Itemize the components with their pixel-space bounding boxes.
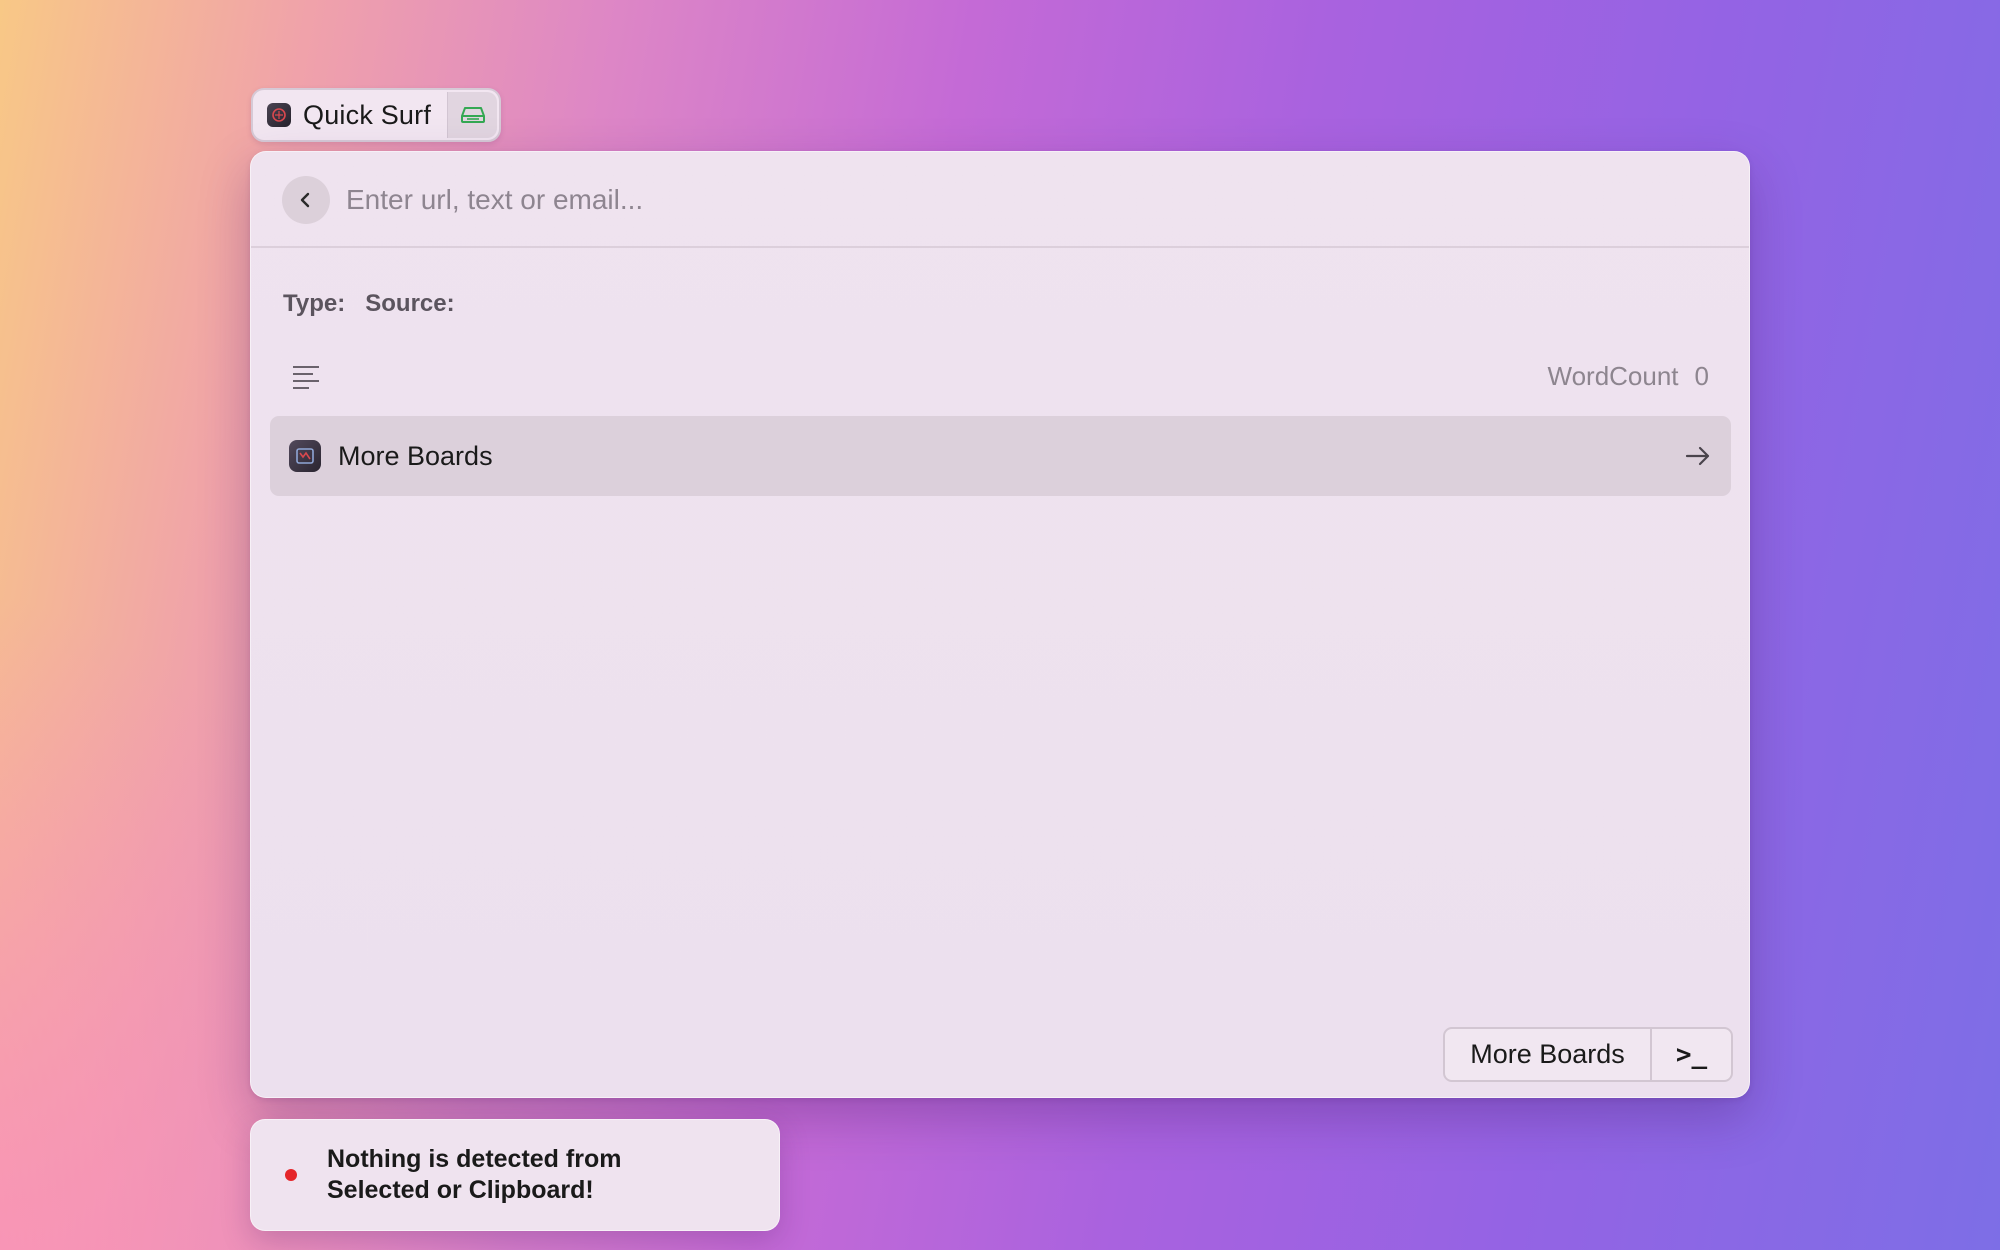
meta-row: Type: Source: bbox=[283, 290, 455, 318]
boards-app-icon bbox=[289, 440, 321, 472]
app-title: Quick Surf bbox=[303, 99, 432, 130]
drive-icon bbox=[460, 107, 485, 123]
status-dot-icon bbox=[285, 1169, 297, 1181]
chevron-left-icon bbox=[300, 192, 310, 208]
list-item-more-boards[interactable]: More Boards bbox=[270, 416, 1731, 496]
status-toast: Nothing is detected from Selected or Cli… bbox=[250, 1119, 780, 1231]
text-lines-icon bbox=[293, 366, 319, 389]
toast-message: Nothing is detected from Selected or Cli… bbox=[327, 1145, 622, 1204]
wordcount-label: WordCount bbox=[1547, 361, 1679, 391]
source-label: Source: bbox=[365, 290, 455, 317]
terminal-icon: >_ bbox=[1675, 1039, 1708, 1070]
quick-surf-app-icon bbox=[267, 103, 291, 127]
search-input[interactable] bbox=[346, 176, 1696, 224]
action-bar: More Boards >_ bbox=[1443, 1027, 1733, 1082]
main-window: Type: Source: WordCount 0 More Boards Mo… bbox=[250, 151, 1750, 1098]
list-item-label: More Boards bbox=[338, 440, 493, 471]
app-tab-pill[interactable]: Quick Surf bbox=[251, 88, 501, 142]
terminal-button[interactable]: >_ bbox=[1652, 1029, 1731, 1080]
drive-button[interactable] bbox=[447, 92, 497, 138]
wordcount-value: 0 bbox=[1694, 361, 1709, 391]
back-button[interactable] bbox=[282, 176, 330, 224]
more-boards-button[interactable]: More Boards bbox=[1445, 1029, 1652, 1080]
wordcount: WordCount 0 bbox=[1548, 361, 1710, 392]
type-label: Type: bbox=[283, 290, 346, 317]
search-bar bbox=[251, 152, 1749, 248]
arrow-right-icon bbox=[1685, 446, 1710, 466]
